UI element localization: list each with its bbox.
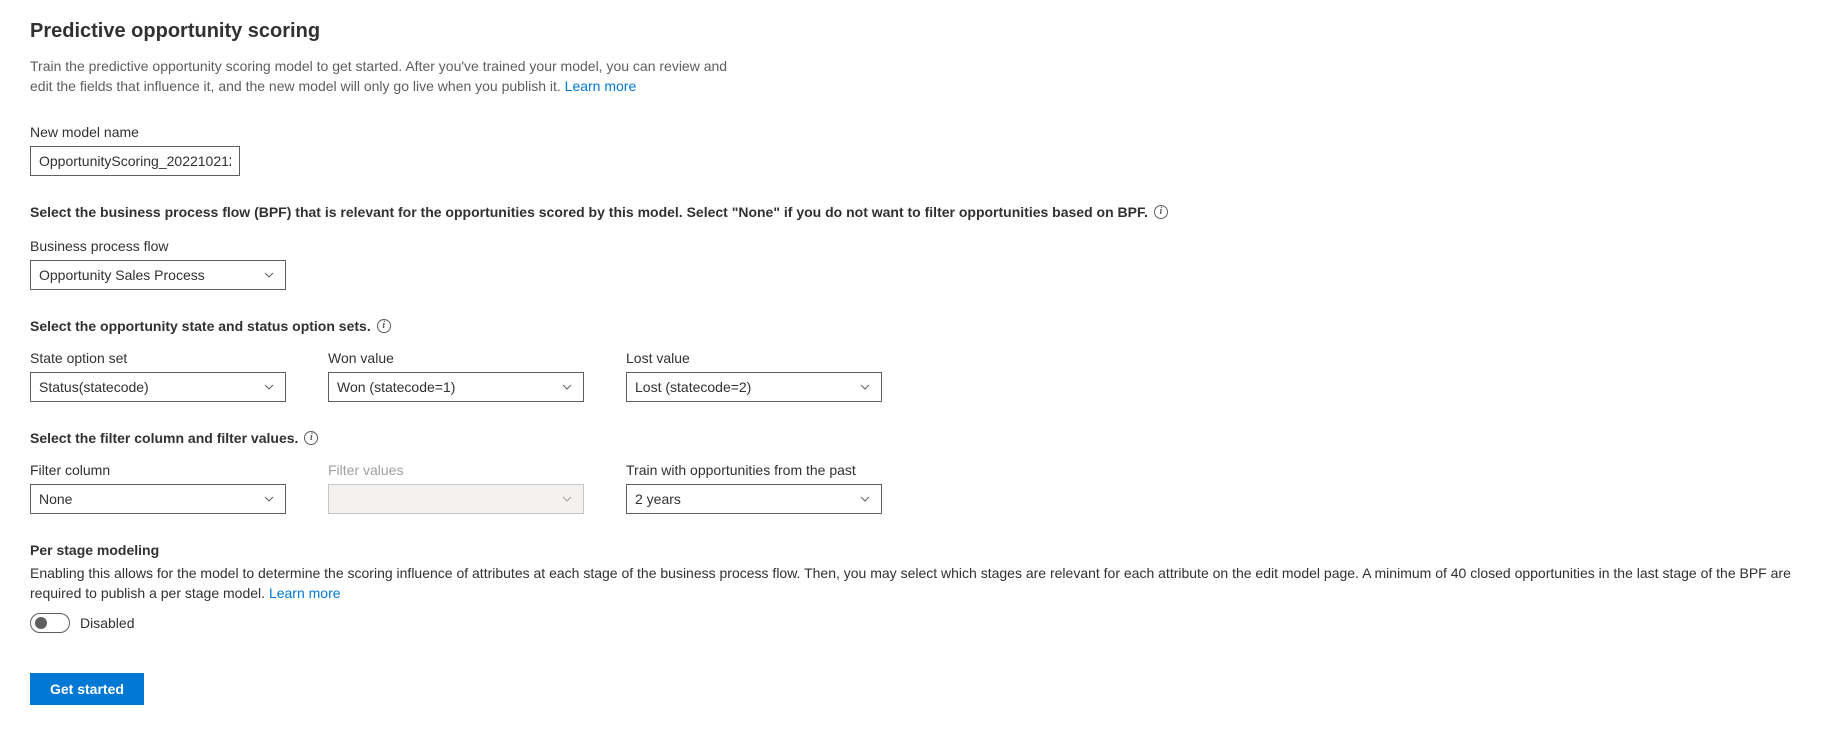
train-past-value: 2 years (635, 491, 681, 507)
chevron-down-icon (859, 381, 871, 393)
chevron-down-icon (561, 493, 573, 505)
state-option-dropdown[interactable]: Status(statecode) (30, 372, 286, 402)
info-icon[interactable]: i (1154, 205, 1168, 219)
chevron-down-icon (263, 381, 275, 393)
toggle-state-label: Disabled (80, 615, 134, 631)
page-description: Train the predictive opportunity scoring… (30, 57, 750, 96)
learn-more-link[interactable]: Learn more (565, 78, 637, 94)
won-value-label: Won value (328, 350, 584, 366)
chevron-down-icon (561, 381, 573, 393)
filter-column-dropdown[interactable]: None (30, 484, 286, 514)
train-past-label: Train with opportunities from the past (626, 462, 882, 478)
lost-value-label: Lost value (626, 350, 882, 366)
filter-values-label: Filter values (328, 462, 584, 478)
info-icon[interactable]: i (304, 431, 318, 445)
chevron-down-icon (263, 269, 275, 281)
filter-values-dropdown (328, 484, 584, 514)
per-stage-description: Enabling this allows for the model to de… (30, 564, 1806, 603)
info-icon[interactable]: i (377, 319, 391, 333)
won-value-text: Won (statecode=1) (337, 379, 455, 395)
state-instruction: Select the opportunity state and status … (30, 318, 1806, 334)
filter-instruction: Select the filter column and filter valu… (30, 430, 1806, 446)
model-name-input[interactable] (30, 146, 240, 176)
chevron-down-icon (263, 493, 275, 505)
bpf-label: Business process flow (30, 238, 1806, 254)
toggle-knob (35, 617, 47, 629)
get-started-button[interactable]: Get started (30, 673, 144, 705)
per-stage-title: Per stage modeling (30, 542, 1806, 558)
lost-value-text: Lost (statecode=2) (635, 379, 751, 395)
page-title: Predictive opportunity scoring (30, 20, 1806, 43)
per-stage-toggle[interactable] (30, 613, 70, 633)
filter-column-label: Filter column (30, 462, 286, 478)
chevron-down-icon (859, 493, 871, 505)
bpf-value: Opportunity Sales Process (39, 267, 205, 283)
filter-column-value: None (39, 491, 72, 507)
per-stage-learn-more-link[interactable]: Learn more (269, 585, 341, 601)
state-option-value: Status(statecode) (39, 379, 149, 395)
state-instruction-text: Select the opportunity state and status … (30, 318, 371, 334)
state-option-label: State option set (30, 350, 286, 366)
model-name-label: New model name (30, 124, 1806, 140)
train-past-dropdown[interactable]: 2 years (626, 484, 882, 514)
filter-instruction-text: Select the filter column and filter valu… (30, 430, 298, 446)
bpf-instruction-text: Select the business process flow (BPF) t… (30, 204, 1148, 220)
bpf-instruction: Select the business process flow (BPF) t… (30, 204, 1806, 220)
lost-value-dropdown[interactable]: Lost (statecode=2) (626, 372, 882, 402)
bpf-dropdown[interactable]: Opportunity Sales Process (30, 260, 286, 290)
won-value-dropdown[interactable]: Won (statecode=1) (328, 372, 584, 402)
